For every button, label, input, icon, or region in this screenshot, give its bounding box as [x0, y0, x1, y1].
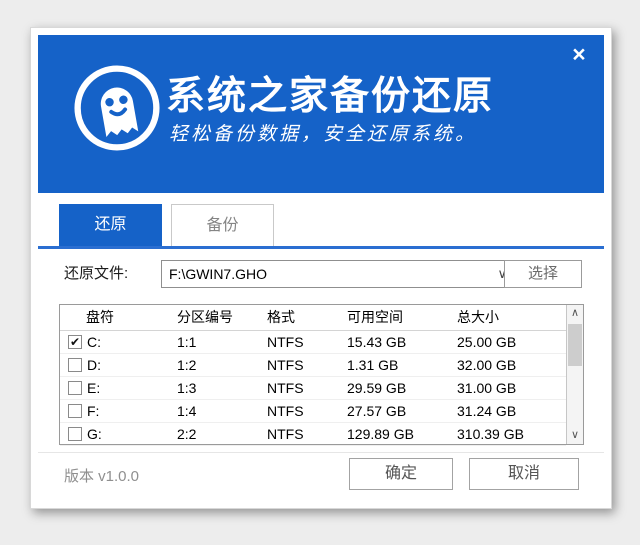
cancel-button[interactable]: 取消 — [469, 458, 579, 490]
col-total-size: 总大小 — [457, 305, 499, 330]
cell-free: 29.59 GB — [347, 377, 406, 399]
restore-file-label: 还原文件: — [64, 260, 128, 288]
cell-total: 25.00 GB — [457, 331, 516, 353]
checkbox-drive-e[interactable] — [68, 381, 82, 395]
checkbox-drive-f[interactable] — [68, 404, 82, 418]
cell-total: 31.24 GB — [457, 400, 516, 422]
table-row-d[interactable]: D: 1:2 NTFS 1.31 GB 32.00 GB — [60, 354, 566, 377]
cell-drive: D: — [87, 354, 101, 376]
tab-backup[interactable]: 备份 — [171, 204, 274, 246]
cell-total: 32.00 GB — [457, 354, 516, 376]
restore-file-combobox[interactable]: F:\GWIN7.GHO ∨ — [161, 260, 514, 288]
close-icon[interactable]: × — [566, 41, 592, 67]
app-title: 系统之家备份还原 — [166, 65, 494, 121]
cell-drive: G: — [87, 423, 102, 445]
cell-partition: 1:3 — [177, 377, 196, 399]
cell-total: 31.00 GB — [457, 377, 516, 399]
cell-format: NTFS — [267, 377, 304, 399]
col-format: 格式 — [267, 305, 295, 330]
table-scrollbar[interactable]: ∧ ∨ — [566, 305, 583, 444]
table-row-g[interactable]: G: 2:2 NTFS 129.89 GB 310.39 GB — [60, 423, 566, 446]
checkbox-drive-c[interactable]: ✔ — [68, 335, 82, 349]
cell-drive: F: — [87, 400, 99, 422]
cell-free: 129.89 GB — [347, 423, 414, 445]
cell-free: 15.43 GB — [347, 331, 406, 353]
cell-partition: 1:2 — [177, 354, 196, 376]
cell-drive: C: — [87, 331, 101, 353]
tab-underline — [38, 246, 604, 249]
cell-format: NTFS — [267, 354, 304, 376]
app-subtitle: 轻松备份数据，安全还原系统。 — [169, 119, 477, 146]
select-file-button[interactable]: 选择 — [504, 260, 582, 288]
cell-format: NTFS — [267, 331, 304, 353]
ok-button[interactable]: 确定 — [349, 458, 453, 490]
version-label: 版本 v1.0.0 — [64, 465, 139, 486]
cell-free: 27.57 GB — [347, 400, 406, 422]
cell-drive: E: — [87, 377, 100, 399]
col-drive: 盘符 — [86, 305, 114, 330]
app-window: × 系统之家备份还原 轻松备份数据，安全还原系统。 还原 备份 还原文件: F:… — [30, 27, 612, 509]
restore-file-row: 还原文件: F:\GWIN7.GHO ∨ 选择 — [64, 260, 582, 288]
scroll-up-icon[interactable]: ∧ — [567, 305, 583, 322]
footer-divider — [38, 452, 604, 453]
app-header: × 系统之家备份还原 轻松备份数据，安全还原系统。 — [38, 35, 604, 193]
cell-total: 310.39 GB — [457, 423, 524, 445]
tab-restore[interactable]: 还原 — [59, 204, 162, 246]
checkbox-drive-d[interactable] — [68, 358, 82, 372]
cell-format: NTFS — [267, 423, 304, 445]
partition-table: 盘符 分区编号 格式 可用空间 总大小 ✔ C: 1:1 NTFS 15.43 … — [59, 304, 584, 445]
col-partition: 分区编号 — [177, 305, 233, 330]
table-row-c[interactable]: ✔ C: 1:1 NTFS 15.43 GB 25.00 GB — [60, 331, 566, 354]
cell-free: 1.31 GB — [347, 354, 398, 376]
cell-partition: 1:4 — [177, 400, 196, 422]
tab-bar: 还原 备份 — [59, 204, 274, 246]
scrollbar-thumb[interactable] — [568, 324, 582, 366]
col-free-space: 可用空间 — [347, 305, 403, 330]
table-row-e[interactable]: E: 1:3 NTFS 29.59 GB 31.00 GB — [60, 377, 566, 400]
cell-partition: 1:1 — [177, 331, 196, 353]
table-row-f[interactable]: F: 1:4 NTFS 27.57 GB 31.24 GB — [60, 400, 566, 423]
scroll-down-icon[interactable]: ∨ — [567, 427, 583, 444]
ghost-logo-icon — [72, 63, 162, 153]
cell-partition: 2:2 — [177, 423, 196, 445]
table-header: 盘符 分区编号 格式 可用空间 总大小 — [60, 305, 566, 331]
table-body: ✔ C: 1:1 NTFS 15.43 GB 25.00 GB D: 1:2 N… — [60, 331, 566, 444]
checkbox-drive-g[interactable] — [68, 427, 82, 441]
cell-format: NTFS — [267, 400, 304, 422]
restore-file-value: F:\GWIN7.GHO — [169, 261, 267, 287]
